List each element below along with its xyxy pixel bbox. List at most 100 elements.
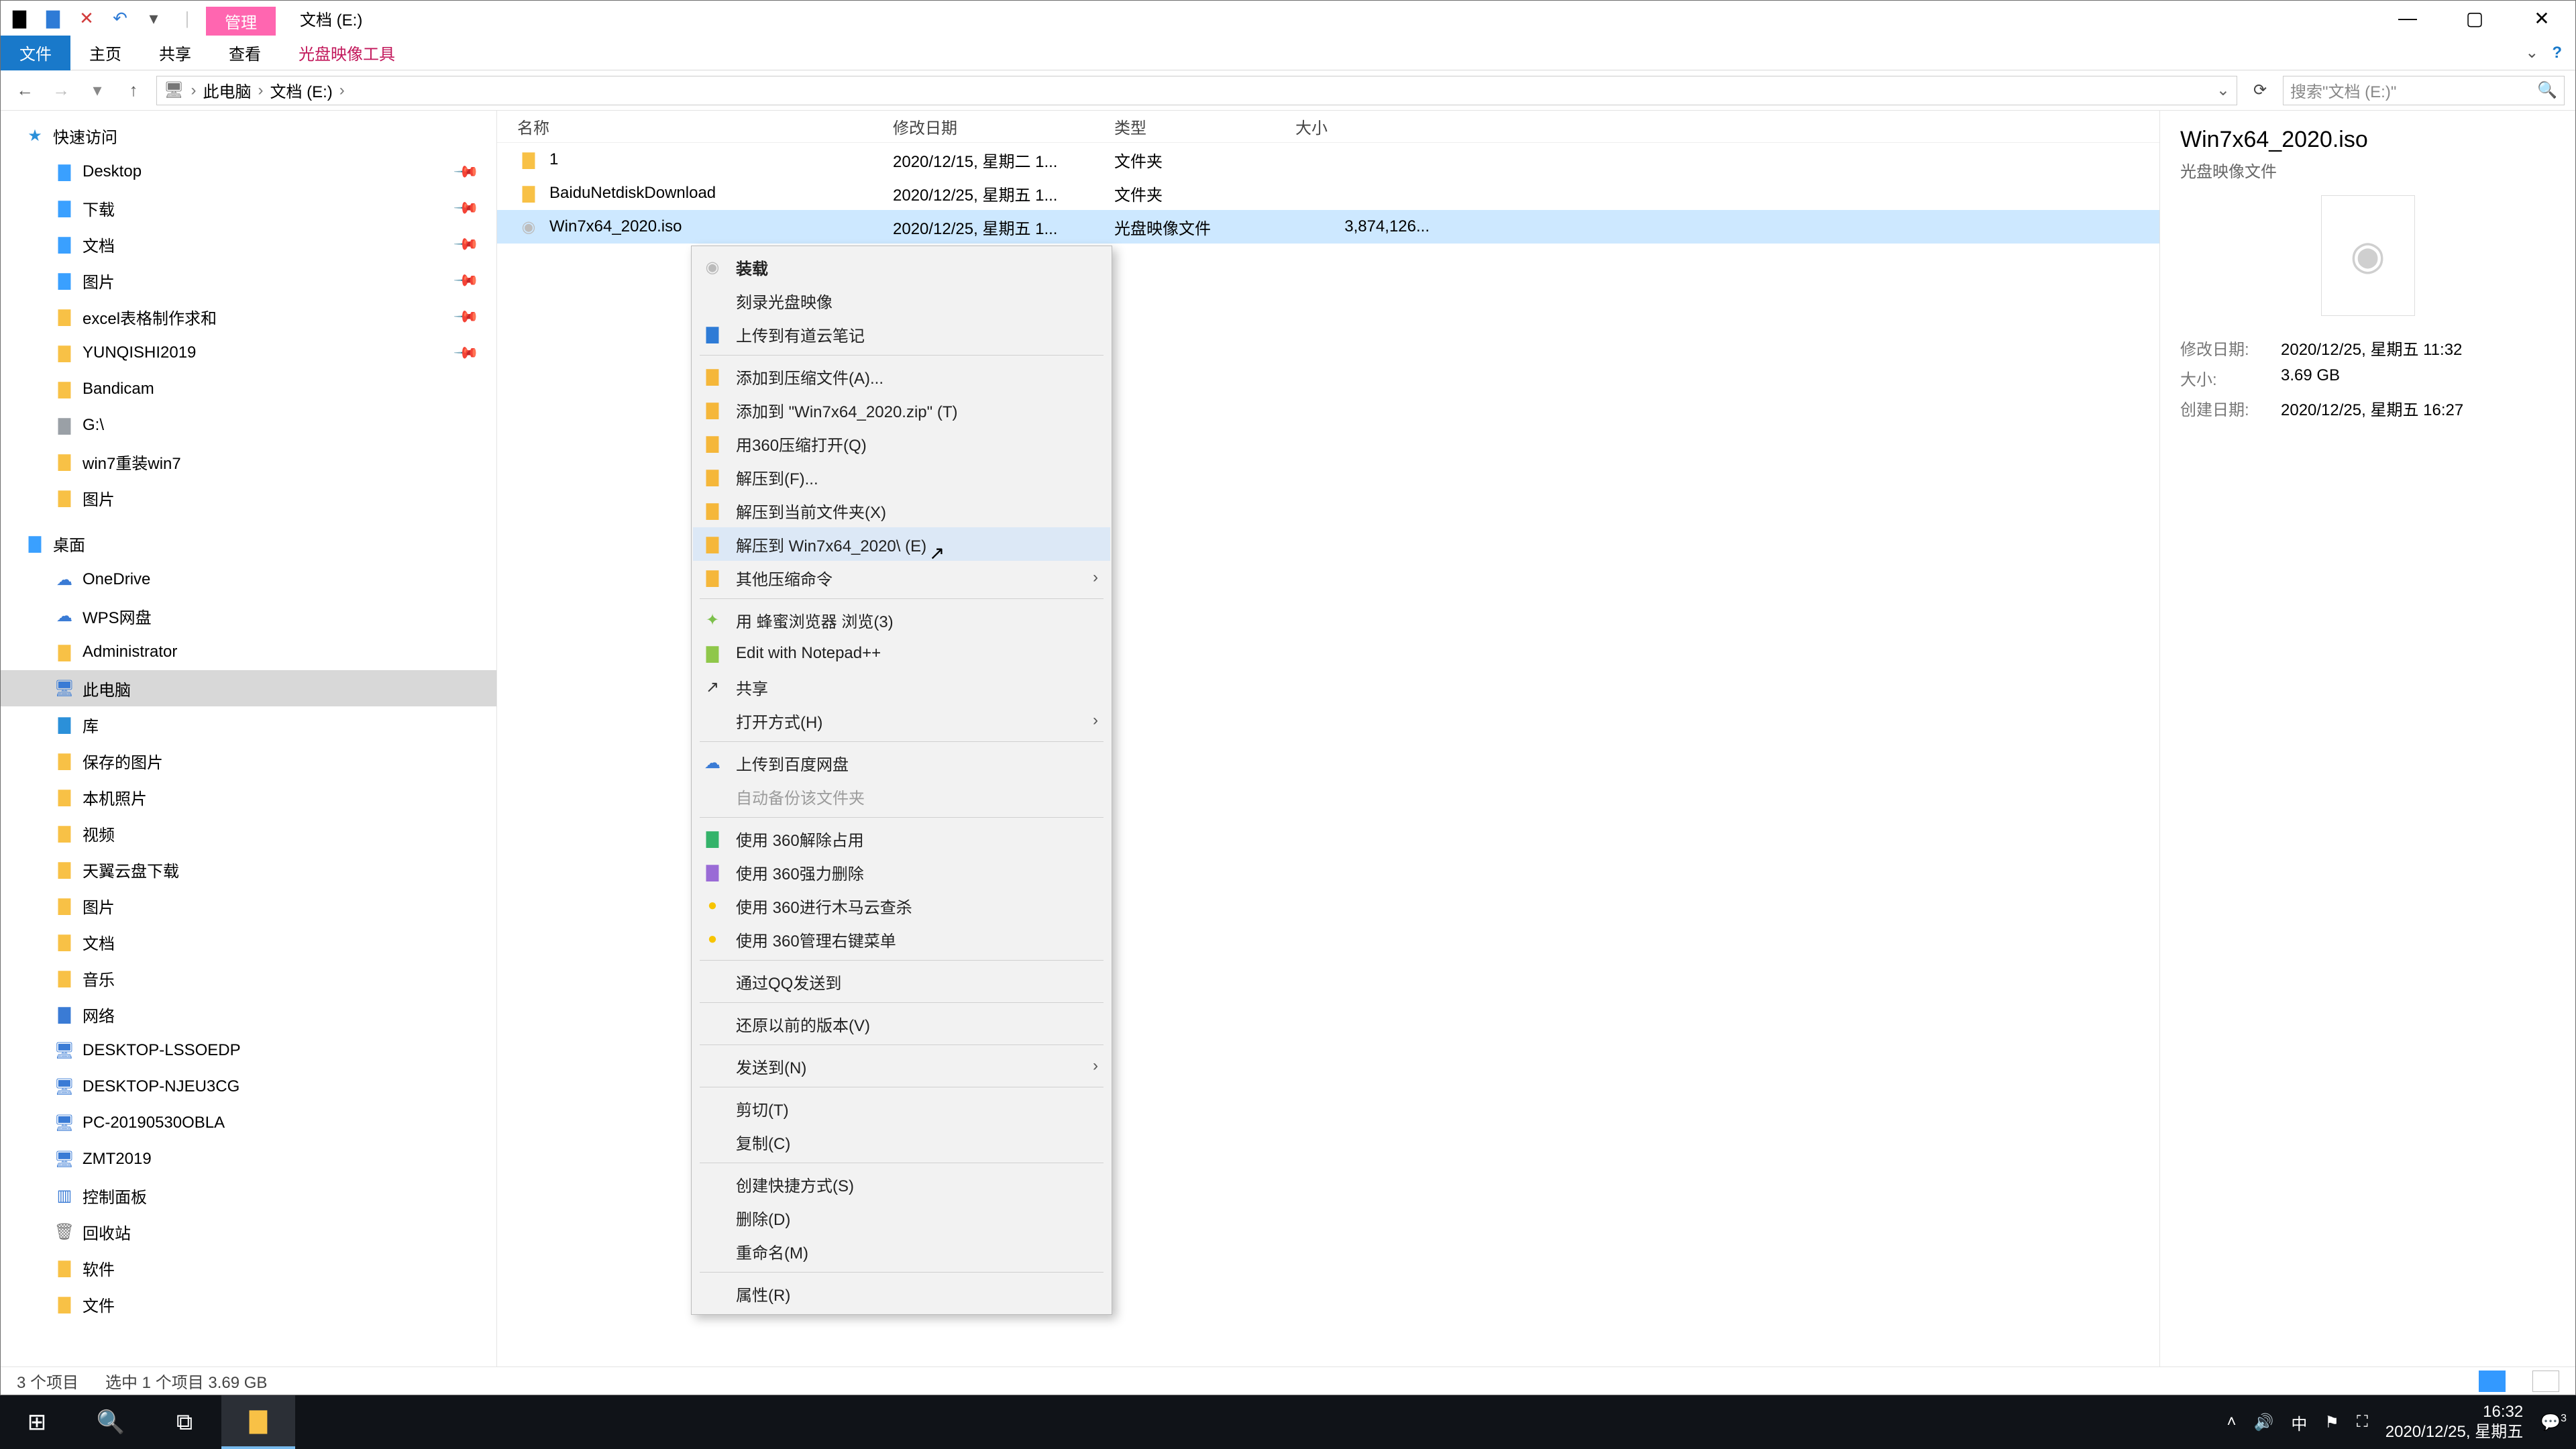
ime-indicator[interactable]: 中 bbox=[2291, 1411, 2307, 1434]
nav-forward-button[interactable]: → bbox=[48, 77, 74, 104]
tree-item[interactable]: 图片📌 bbox=[1, 262, 496, 299]
nav-recent-dropdown[interactable]: ▾ bbox=[84, 77, 111, 104]
maximize-button[interactable]: ▢ bbox=[2441, 1, 2508, 36]
undo-icon[interactable]: ↶ bbox=[108, 6, 132, 30]
ribbon-expand-icon[interactable]: ⌄ bbox=[2525, 43, 2538, 62]
search-input[interactable]: 搜索"文档 (E:)" 🔍 bbox=[2283, 76, 2565, 105]
tree-item[interactable]: YUNQISHI2019📌 bbox=[1, 335, 496, 371]
start-button[interactable]: ⊞ bbox=[0, 1395, 74, 1449]
menu-item[interactable]: 重命名(M) bbox=[693, 1234, 1110, 1268]
menu-item[interactable]: 还原以前的版本(V) bbox=[693, 1007, 1110, 1040]
menu-item[interactable]: 通过QQ发送到 bbox=[693, 965, 1110, 998]
tree-item[interactable]: Bandicam bbox=[1, 371, 496, 407]
system-tray[interactable]: ˄ 🔊 中 ⚑ ⛶ 16:32 2020/12/25, 星期五 💬3 bbox=[2227, 1402, 2576, 1442]
breadcrumb-drive[interactable]: 文档 (E:) bbox=[270, 78, 332, 102]
tab-disc-image-tools[interactable]: 光盘映像工具 bbox=[280, 36, 414, 70]
tree-item[interactable]: 文件 bbox=[1, 1286, 496, 1322]
menu-item[interactable]: 上传到百度网盘 bbox=[693, 746, 1110, 780]
address-dropdown-icon[interactable]: ⌄ bbox=[2216, 80, 2230, 100]
tree-item[interactable]: excel表格制作求和📌 bbox=[1, 299, 496, 335]
tree-item[interactable]: WPS网盘 bbox=[1, 598, 496, 634]
menu-item[interactable]: 创建快捷方式(S) bbox=[693, 1167, 1110, 1201]
tree-item[interactable]: Administrator bbox=[1, 634, 496, 670]
context-menu[interactable]: 装载刻录光盘映像上传到有道云笔记添加到压缩文件(A)...添加到 "Win7x6… bbox=[691, 246, 1112, 1315]
tree-item[interactable]: 文档📌 bbox=[1, 226, 496, 262]
tree-item[interactable]: 音乐 bbox=[1, 960, 496, 996]
tree-item[interactable]: DESKTOP-LSSOEDP bbox=[1, 1032, 496, 1069]
menu-item[interactable]: Edit with Notepad++ bbox=[693, 637, 1110, 670]
tree-item[interactable]: 图片 bbox=[1, 480, 496, 516]
tree-item[interactable]: 图片 bbox=[1, 888, 496, 924]
nav-up-button[interactable]: ↑ bbox=[120, 77, 147, 104]
tree-item[interactable]: ZMT2019 bbox=[1, 1141, 496, 1177]
tab-view[interactable]: 查看 bbox=[210, 36, 280, 70]
view-large-icons-button[interactable] bbox=[2532, 1371, 2559, 1392]
fullscreen-icon[interactable]: ⛶ bbox=[2357, 1413, 2368, 1432]
menu-item[interactable]: 用360压缩打开(Q) bbox=[693, 427, 1110, 460]
tree-item[interactable]: 下载📌 bbox=[1, 190, 496, 226]
taskbar-explorer-button[interactable]: ▇ bbox=[221, 1395, 295, 1449]
refresh-button[interactable]: ⟳ bbox=[2247, 80, 2273, 100]
menu-item[interactable]: 使用 360强力删除 bbox=[693, 855, 1110, 889]
tree-libraries[interactable]: 库 bbox=[1, 706, 496, 743]
tree-item[interactable]: 视频 bbox=[1, 815, 496, 851]
col-name[interactable]: 名称 bbox=[497, 115, 893, 138]
breadcrumb-pc[interactable]: 此电脑 bbox=[203, 78, 251, 102]
tray-overflow-icon[interactable]: ˄ bbox=[2227, 1413, 2237, 1432]
nav-back-button[interactable]: ← bbox=[11, 77, 38, 104]
column-headers[interactable]: 名称 修改日期 类型 大小 bbox=[497, 111, 2159, 143]
task-view-button[interactable]: ⧉ bbox=[148, 1395, 221, 1449]
tree-quick-access[interactable]: 快速访问 bbox=[1, 117, 496, 154]
menu-item[interactable]: 剪切(T) bbox=[693, 1091, 1110, 1125]
search-button[interactable]: 🔍 bbox=[74, 1395, 148, 1449]
breadcrumb[interactable]: 🖥 › 此电脑 › 文档 (E:) › ⌄ bbox=[156, 76, 2237, 105]
tree-item[interactable]: G:\ bbox=[1, 407, 496, 443]
col-type[interactable]: 类型 bbox=[1114, 115, 1295, 138]
menu-item[interactable]: 添加到 "Win7x64_2020.zip" (T) bbox=[693, 393, 1110, 427]
col-date[interactable]: 修改日期 bbox=[893, 115, 1114, 138]
save-icon[interactable]: ▇ bbox=[41, 6, 65, 30]
minimize-button[interactable]: — bbox=[2374, 1, 2441, 36]
menu-item[interactable]: 其他压缩命令› bbox=[693, 561, 1110, 594]
tree-desktop[interactable]: 桌面 bbox=[1, 525, 496, 561]
menu-item[interactable]: 打开方式(H)› bbox=[693, 704, 1110, 737]
menu-item[interactable]: 添加到压缩文件(A)... bbox=[693, 360, 1110, 393]
tab-home[interactable]: 主页 bbox=[70, 36, 140, 70]
qat-dropdown-icon[interactable]: ▾ bbox=[142, 6, 166, 30]
menu-item[interactable]: 使用 360管理右键菜单 bbox=[693, 922, 1110, 956]
tab-share[interactable]: 共享 bbox=[140, 36, 210, 70]
navigation-tree[interactable]: 快速访问 Desktop📌 下载📌 文档📌 图片📌 excel表格制作求和📌 Y… bbox=[1, 111, 497, 1366]
menu-item[interactable]: 复制(C) bbox=[693, 1125, 1110, 1159]
tree-item[interactable]: 文档 bbox=[1, 924, 496, 960]
tree-network[interactable]: 网络 bbox=[1, 996, 496, 1032]
tree-recycle-bin[interactable]: 回收站 bbox=[1, 1214, 496, 1250]
help-icon[interactable]: ? bbox=[2552, 44, 2562, 62]
action-center-icon[interactable]: 💬3 bbox=[2540, 1413, 2567, 1432]
tree-item[interactable]: 本机照片 bbox=[1, 779, 496, 815]
menu-item[interactable]: 解压到当前文件夹(X) bbox=[693, 494, 1110, 527]
menu-item[interactable]: 解压到 Win7x64_2020\ (E) bbox=[693, 527, 1110, 561]
tree-item[interactable]: OneDrive bbox=[1, 561, 496, 598]
col-size[interactable]: 大小 bbox=[1295, 115, 1443, 138]
tree-item[interactable]: 保存的图片 bbox=[1, 743, 496, 779]
tab-file[interactable]: 文件 bbox=[1, 36, 70, 70]
menu-item[interactable]: 装载 bbox=[693, 250, 1110, 284]
menu-item[interactable]: 上传到有道云笔记 bbox=[693, 317, 1110, 351]
delete-icon[interactable]: ✕ bbox=[74, 6, 99, 30]
tree-item[interactable]: PC-20190530OBLA bbox=[1, 1105, 496, 1141]
menu-item[interactable]: 发送到(N)› bbox=[693, 1049, 1110, 1083]
taskbar-clock[interactable]: 16:32 2020/12/25, 星期五 bbox=[2385, 1402, 2523, 1442]
file-row[interactable]: BaiduNetdiskDownload 2020/12/25, 星期五 1..… bbox=[497, 176, 2159, 210]
tree-item[interactable]: DESKTOP-NJEU3CG bbox=[1, 1069, 496, 1105]
menu-item[interactable]: 属性(R) bbox=[693, 1277, 1110, 1310]
file-row-selected[interactable]: Win7x64_2020.iso 2020/12/25, 星期五 1... 光盘… bbox=[497, 210, 2159, 244]
tree-item[interactable]: 软件 bbox=[1, 1250, 496, 1286]
taskbar[interactable]: ⊞ 🔍 ⧉ ▇ ˄ 🔊 中 ⚑ ⛶ 16:32 2020/12/25, 星期五 … bbox=[0, 1395, 2576, 1449]
network-icon[interactable]: ⚑ bbox=[2324, 1413, 2339, 1432]
menu-item[interactable]: 使用 360进行木马云查杀 bbox=[693, 889, 1110, 922]
menu-item[interactable]: 用 蜂蜜浏览器 浏览(3) bbox=[693, 603, 1110, 637]
menu-item[interactable]: 删除(D) bbox=[693, 1201, 1110, 1234]
menu-item[interactable]: 共享 bbox=[693, 670, 1110, 704]
menu-item[interactable]: 刻录光盘映像 bbox=[693, 284, 1110, 317]
tree-control-panel[interactable]: 控制面板 bbox=[1, 1177, 496, 1214]
